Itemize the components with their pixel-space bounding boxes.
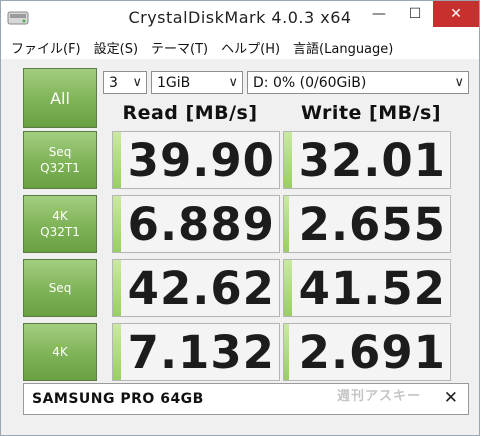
watermark: 週刊アスキー <box>337 389 422 404</box>
test-count-select[interactable]: 3 ∨ <box>103 71 147 94</box>
seq-q32t1-read-result: 39.90 <box>112 131 280 189</box>
result-bar <box>284 132 293 188</box>
chevron-down-icon: ∨ <box>228 75 238 90</box>
4k-read-result: 7.132 <box>112 323 280 381</box>
result-value: 2.655 <box>298 198 446 251</box>
menu-file[interactable]: ファイル(F) <box>11 38 81 57</box>
4k-button[interactable]: 4K <box>23 323 97 381</box>
seq-q32t1-write-result: 32.01 <box>283 131 451 189</box>
4k-q32t1-write-result: 2.655 <box>283 195 451 253</box>
maximize-button[interactable]: ☐ <box>397 1 433 27</box>
result-value: 2.691 <box>298 326 446 379</box>
read-column-header: Read [MB/s] <box>122 102 258 124</box>
result-value: 41.52 <box>298 262 446 315</box>
benchmark-panel: All 3 ∨ 1GiB ∨ D: 0% (0/60GiB) ∨ Read [M… <box>13 61 469 425</box>
seq-read-result: 42.62 <box>112 259 280 317</box>
write-column-header: Write [MB/s] <box>300 102 442 124</box>
minimize-button[interactable]: — <box>361 1 397 27</box>
test-size-value: 1GiB <box>157 74 191 91</box>
4k-write-result: 2.691 <box>283 323 451 381</box>
test-size-select[interactable]: 1GiB ∨ <box>151 71 243 94</box>
test-count-value: 3 <box>109 74 118 91</box>
result-value: 32.01 <box>298 134 446 187</box>
4k-q32t1-read-result: 6.889 <box>112 195 280 253</box>
result-value: 42.62 <box>127 262 275 315</box>
menu-help[interactable]: ヘルプ(H) <box>221 38 280 57</box>
row-label-line1: 4K <box>52 345 68 359</box>
result-value: 6.889 <box>127 198 275 251</box>
menu-bar: ファイル(F) 設定(S) テーマ(T) ヘルプ(H) 言語(Language) <box>1 35 479 59</box>
chevron-down-icon: ∨ <box>454 75 464 90</box>
row-label-line1: Seq <box>48 281 72 295</box>
row-label-line1: 4K <box>52 209 68 223</box>
seq-button[interactable]: Seq <box>23 259 97 317</box>
title-bar[interactable]: CrystalDiskMark 4.0.3 x64 — ☐ ✕ <box>1 1 479 35</box>
minimize-icon: — <box>372 6 386 22</box>
result-bar <box>284 324 289 380</box>
row-label-line2: Q32T1 <box>40 225 80 239</box>
menu-theme[interactable]: テーマ(T) <box>151 38 208 57</box>
clear-comment-icon[interactable]: ✕ <box>444 388 458 408</box>
result-value: 7.132 <box>127 326 275 379</box>
result-bar <box>284 196 289 252</box>
comment-text: SAMSUNG PRO 64GB <box>32 391 204 407</box>
drive-value: D: 0% (0/60GiB) <box>253 74 367 91</box>
maximize-icon: ☐ <box>408 6 422 22</box>
seq-q32t1-button[interactable]: Seq Q32T1 <box>23 131 97 189</box>
close-button[interactable]: ✕ <box>433 1 479 27</box>
row-label-line1: Seq <box>48 145 72 159</box>
result-bar <box>113 132 122 188</box>
seq-write-result: 41.52 <box>283 259 451 317</box>
4k-q32t1-button[interactable]: 4K Q32T1 <box>23 195 97 253</box>
drive-select[interactable]: D: 0% (0/60GiB) ∨ <box>247 71 469 94</box>
result-bar <box>284 260 293 316</box>
menu-language[interactable]: 言語(Language) <box>293 38 393 57</box>
result-bar <box>113 260 122 316</box>
row-label-line2: Q32T1 <box>40 161 80 175</box>
result-bar <box>113 196 122 252</box>
chevron-down-icon: ∨ <box>132 75 142 90</box>
app-window: CrystalDiskMark 4.0.3 x64 — ☐ ✕ ファイル(F) … <box>0 0 480 436</box>
close-icon: ✕ <box>450 6 462 22</box>
all-button[interactable]: All <box>23 68 97 128</box>
menu-settings[interactable]: 設定(S) <box>94 38 138 57</box>
result-value: 39.90 <box>127 134 275 187</box>
result-bar <box>113 324 122 380</box>
